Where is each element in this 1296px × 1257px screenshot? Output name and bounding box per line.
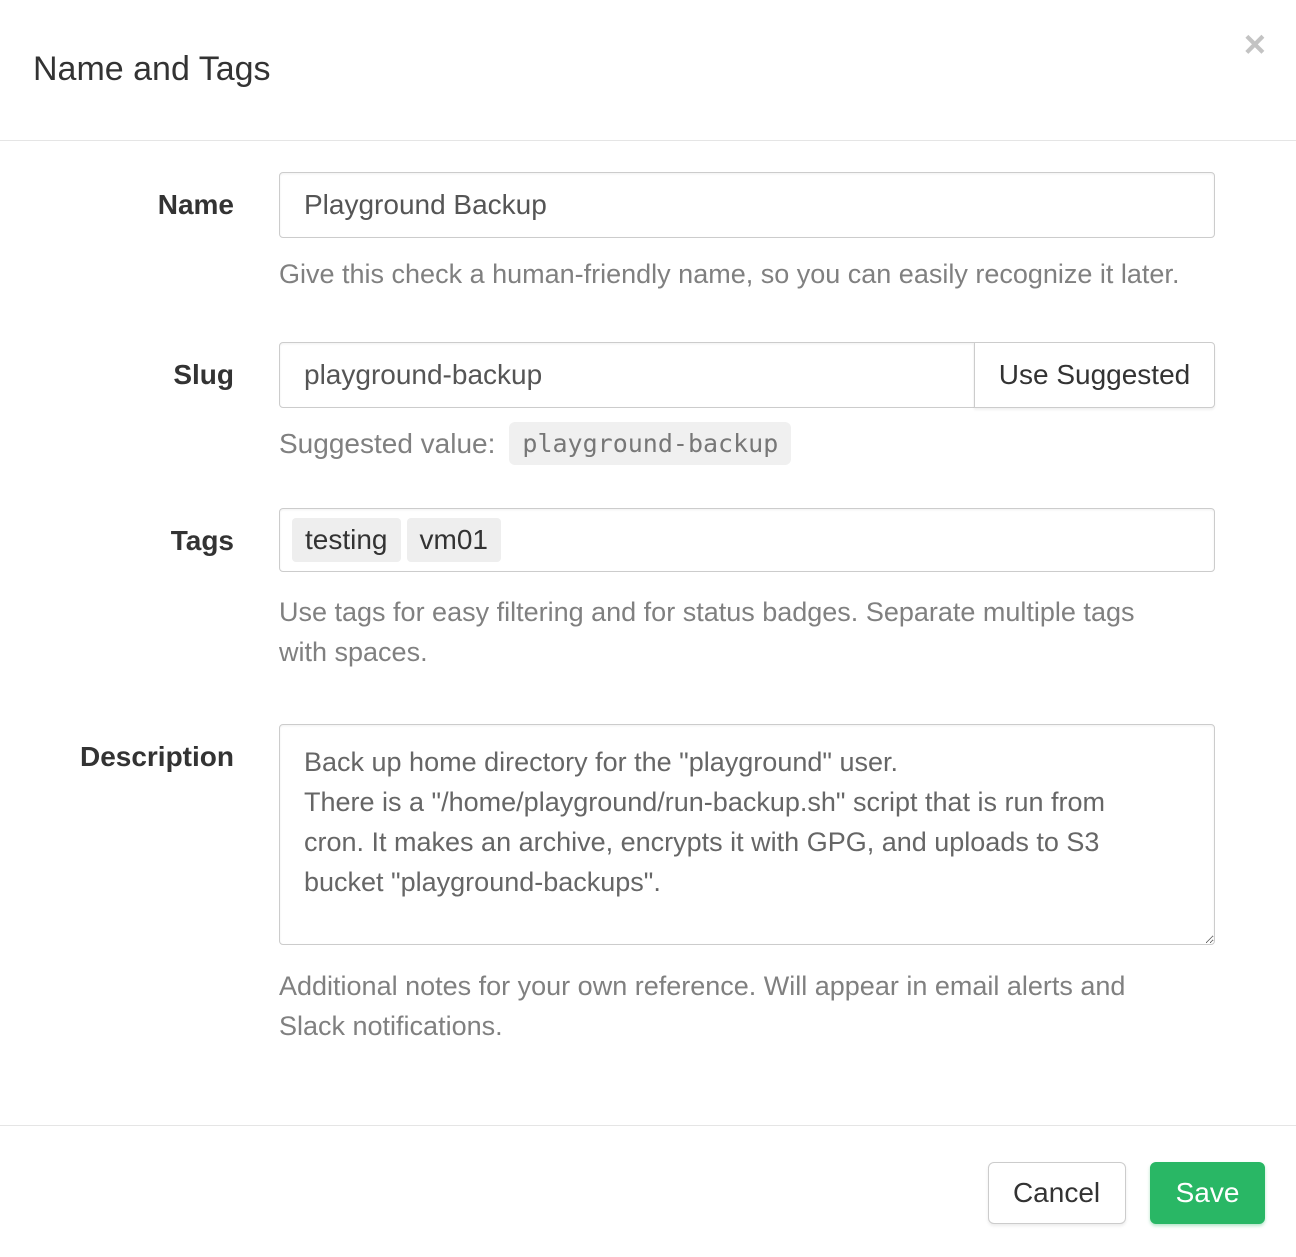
tags-form-group: Tags testing vm01 Use tags for easy filt… bbox=[0, 508, 1296, 672]
dialog-header: Name and Tags × bbox=[0, 0, 1296, 141]
description-textarea[interactable]: Back up home directory for the "playgrou… bbox=[279, 724, 1215, 945]
dialog-body: Name Give this check a human-friendly na… bbox=[0, 141, 1296, 1125]
suggested-value-label: Suggested value: bbox=[279, 428, 495, 460]
description-help-text: Additional notes for your own reference.… bbox=[279, 966, 1215, 1046]
tags-label: Tags bbox=[0, 508, 234, 672]
name-and-tags-dialog: Name and Tags × Name Give this check a h… bbox=[0, 0, 1296, 1254]
cancel-button[interactable]: Cancel bbox=[988, 1162, 1126, 1224]
name-input[interactable] bbox=[279, 172, 1215, 238]
slug-form-group: Slug Use Suggested Suggested value: play… bbox=[0, 342, 1296, 465]
name-form-group: Name Give this check a human-friendly na… bbox=[0, 172, 1296, 294]
slug-input-group: Use Suggested bbox=[279, 342, 1215, 408]
use-suggested-button[interactable]: Use Suggested bbox=[974, 342, 1215, 408]
slug-label: Slug bbox=[0, 342, 234, 465]
description-label: Description bbox=[0, 724, 234, 1046]
tag-chip-vm01[interactable]: vm01 bbox=[407, 518, 501, 562]
tag-chip-testing[interactable]: testing bbox=[292, 518, 401, 562]
dialog-footer: Cancel Save bbox=[0, 1125, 1296, 1257]
slug-input[interactable] bbox=[279, 342, 975, 408]
suggested-value-code: playground-backup bbox=[509, 422, 791, 465]
slug-help-line: Suggested value: playground-backup bbox=[279, 422, 1215, 465]
tags-help-text: Use tags for easy filtering and for stat… bbox=[279, 592, 1215, 672]
save-button[interactable]: Save bbox=[1150, 1162, 1265, 1224]
dialog-title: Name and Tags bbox=[33, 50, 1263, 89]
description-form-group: Description Back up home directory for t… bbox=[0, 724, 1296, 1046]
name-label: Name bbox=[0, 172, 234, 294]
close-icon[interactable]: × bbox=[1244, 26, 1266, 64]
name-help-text: Give this check a human-friendly name, s… bbox=[279, 254, 1215, 294]
tags-input[interactable]: testing vm01 bbox=[279, 508, 1215, 572]
